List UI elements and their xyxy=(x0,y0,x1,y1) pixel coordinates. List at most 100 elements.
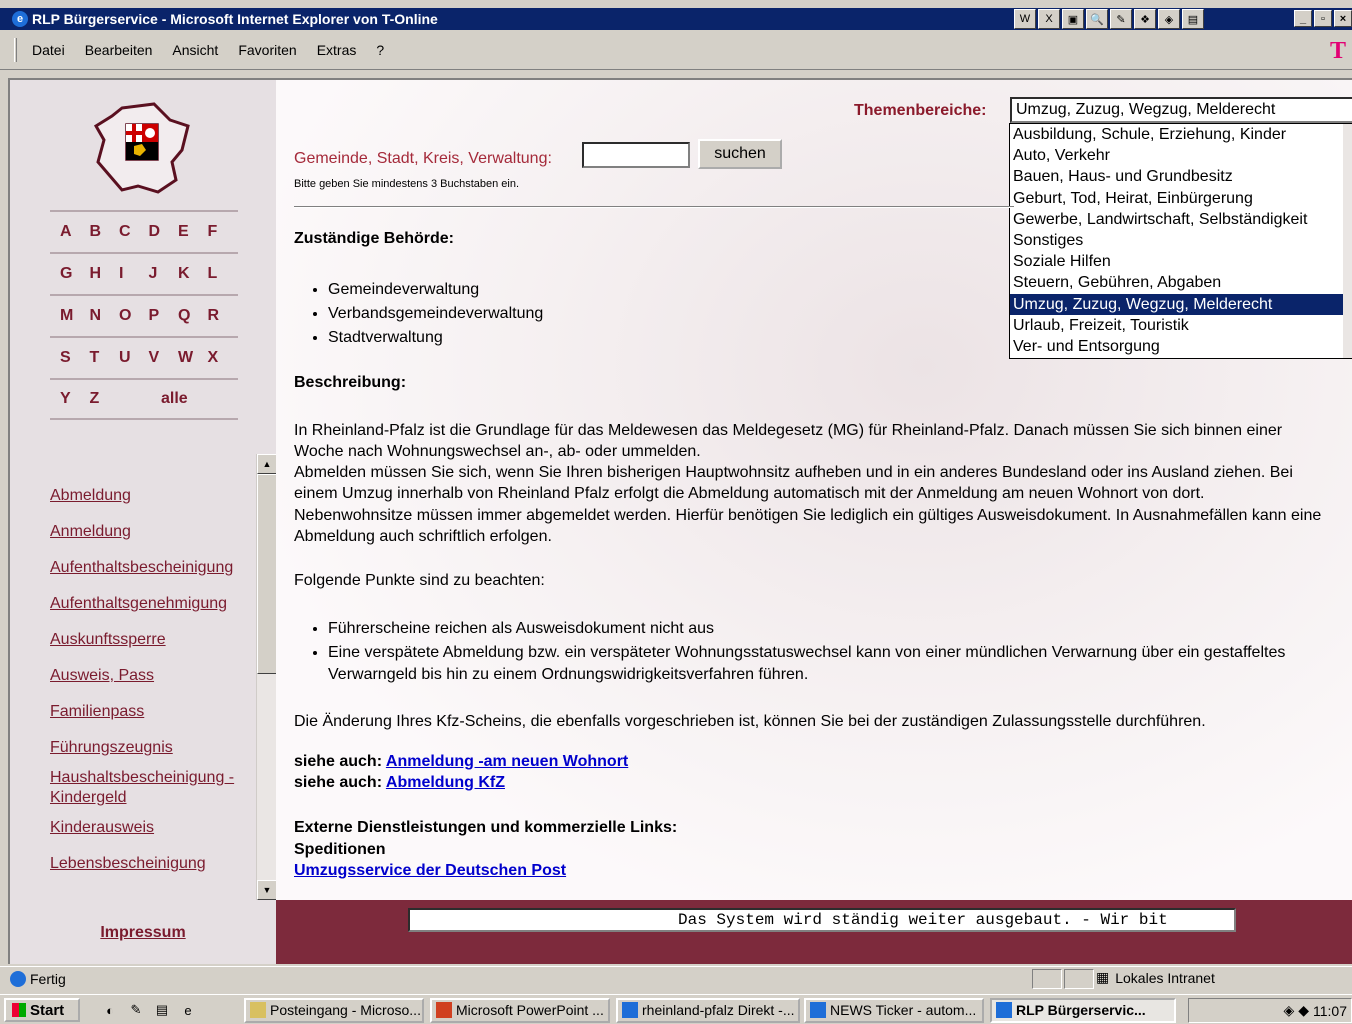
letter-p-link[interactable]: P xyxy=(149,307,179,325)
menu-datei[interactable]: Datei xyxy=(32,42,65,58)
search-hint: Bitte geben Sie mindestens 3 Buchstaben … xyxy=(294,178,520,190)
see-also-link[interactable]: Anmeldung -am neuen Wohnort xyxy=(386,753,628,770)
menu-bearbeiten[interactable]: Bearbeiten xyxy=(85,42,153,58)
browser-viewport: A B C D E F G H I J K L M N O P Q R S T … xyxy=(8,78,1352,964)
task-button[interactable]: Posteingang - Microso... xyxy=(244,998,424,1023)
letter-y-link[interactable]: Y xyxy=(60,390,90,408)
letter-m-link[interactable]: M xyxy=(60,307,90,325)
scroll-down-arrow-icon[interactable]: ▼ xyxy=(257,880,277,900)
impressum-link[interactable]: Impressum xyxy=(100,924,185,942)
letter-o-link[interactable]: O xyxy=(119,307,149,325)
topic-link[interactable]: Aufenthaltsgenehmigung xyxy=(50,594,256,614)
ie-icon xyxy=(810,1002,826,1018)
window-titlebar[interactable]: e RLP Bürgerservice - Microsoft Internet… xyxy=(0,8,1352,30)
task-label: NEWS Ticker - autom... xyxy=(830,1002,977,1018)
themen-option[interactable]: Steuern, Gebühren, Abgaben xyxy=(1010,272,1352,293)
themen-option[interactable]: Sonstiges xyxy=(1010,230,1352,251)
letter-r-link[interactable]: R xyxy=(208,307,238,325)
menu-extras[interactable]: Extras xyxy=(317,42,357,58)
edit-icon[interactable]: ✎ xyxy=(1110,9,1132,29)
letter-f-link[interactable]: F xyxy=(208,223,238,241)
topic-link[interactable]: Ausweis, Pass xyxy=(50,666,256,686)
notes-icon[interactable]: ▤ xyxy=(1182,9,1204,29)
topic-link[interactable]: Aufenthaltsbescheinigung xyxy=(50,558,256,578)
themen-dropdown-list[interactable]: Ausbildung, Schule, Erziehung, Kinder Au… xyxy=(1009,123,1352,359)
scroll-thumb[interactable] xyxy=(257,474,277,674)
letter-g-link[interactable]: G xyxy=(60,265,90,283)
clock[interactable]: 11:07 xyxy=(1313,1003,1347,1019)
topic-link[interactable]: Lebensbescheinigung xyxy=(50,854,256,874)
letter-e-link[interactable]: E xyxy=(178,223,208,241)
external-link[interactable]: Umzugsservice der Deutschen Post xyxy=(294,862,566,879)
task-button[interactable]: NEWS Ticker - autom... xyxy=(804,998,984,1023)
letter-a-link[interactable]: A xyxy=(60,223,90,241)
menu-ansicht[interactable]: Ansicht xyxy=(172,42,218,58)
themen-option[interactable]: Auto, Verkehr xyxy=(1010,145,1352,166)
outlook-icon[interactable]: ◐ xyxy=(100,1001,120,1019)
see-also-link[interactable]: Abmeldung KfZ xyxy=(386,774,505,791)
letter-w-link[interactable]: W xyxy=(178,349,208,367)
tools-icon[interactable]: ❖ xyxy=(1134,9,1156,29)
topic-link[interactable]: Kinderausweis xyxy=(50,818,256,838)
letter-q-link[interactable]: Q xyxy=(178,307,208,325)
start-button[interactable]: Start xyxy=(4,998,80,1022)
letter-u-link[interactable]: U xyxy=(119,349,149,367)
themen-option[interactable]: Gewerbe, Landwirtschaft, Selbständigkeit xyxy=(1010,209,1352,230)
task-label: rheinland-pfalz Direkt -... xyxy=(642,1002,795,1018)
themen-option[interactable]: Soziale Hilfen xyxy=(1010,251,1352,272)
letter-d-link[interactable]: D xyxy=(149,223,179,241)
themen-option[interactable]: Ver- und Entsorgung xyxy=(1010,336,1352,357)
explorer-icon[interactable]: ▤ xyxy=(152,1001,172,1019)
rlp-coat-of-arms-logo[interactable] xyxy=(92,100,192,196)
themen-select[interactable]: Umzug, Zuzug, Wegzug, Melderecht xyxy=(1010,97,1352,123)
letter-x-link[interactable]: X xyxy=(208,349,238,367)
letter-n-link[interactable]: N xyxy=(90,307,120,325)
themen-option[interactable]: Urlaub, Freizeit, Touristik xyxy=(1010,315,1352,336)
excel-icon[interactable]: X xyxy=(1038,9,1060,29)
scroll-up-arrow-icon[interactable]: ▲ xyxy=(257,454,277,474)
close-button[interactable]: × xyxy=(1334,10,1352,27)
toolbar-grip[interactable] xyxy=(14,38,17,62)
letter-v-link[interactable]: V xyxy=(149,349,179,367)
sidebar-scrollbar[interactable]: ▲ ▼ xyxy=(256,454,277,900)
app-icon[interactable]: ◈ xyxy=(1158,9,1180,29)
letter-j-link[interactable]: J xyxy=(149,265,179,283)
letter-all-link[interactable]: alle xyxy=(161,390,188,408)
letter-z-link[interactable]: Z xyxy=(90,390,120,408)
ie-icon[interactable]: e xyxy=(178,1001,198,1019)
task-button[interactable]: Microsoft PowerPoint ... xyxy=(430,998,610,1023)
minimize-button[interactable]: _ xyxy=(1294,10,1312,27)
word-icon[interactable]: W xyxy=(1014,9,1036,29)
topic-link[interactable]: Auskunftssperre xyxy=(50,630,256,650)
themen-option[interactable]: Geburt, Tod, Heirat, Einbürgerung xyxy=(1010,188,1352,209)
search-icon[interactable]: 🔍 xyxy=(1086,9,1108,29)
letter-l-link[interactable]: L xyxy=(208,265,238,283)
maximize-button[interactable]: ▫ xyxy=(1314,10,1332,27)
letter-b-link[interactable]: B xyxy=(90,223,120,241)
topic-link[interactable]: Familienpass xyxy=(50,702,256,722)
themen-option[interactable]: Bauen, Haus- und Grundbesitz xyxy=(1010,166,1352,187)
letter-c-link[interactable]: C xyxy=(119,223,149,241)
window-icon[interactable]: ▣ xyxy=(1062,9,1084,29)
tray-icon[interactable]: ◈ xyxy=(1283,1002,1294,1019)
notes-icon[interactable]: ✎ xyxy=(126,1001,146,1019)
tray-icon[interactable]: ◆ xyxy=(1298,1002,1309,1019)
themen-option-selected[interactable]: Umzug, Zuzug, Wegzug, Melderecht xyxy=(1010,293,1352,315)
topic-link[interactable]: Führungszeugnis xyxy=(50,738,256,758)
topic-link[interactable]: Abmeldung xyxy=(50,486,256,506)
letter-i-link[interactable]: I xyxy=(119,265,149,283)
dropdown-scrollbar[interactable] xyxy=(1343,124,1352,358)
letter-s-link[interactable]: S xyxy=(60,349,90,367)
search-input[interactable] xyxy=(582,142,690,168)
menu-favoriten[interactable]: Favoriten xyxy=(238,42,296,58)
topic-link[interactable]: Anmeldung xyxy=(50,522,256,542)
search-button[interactable]: suchen xyxy=(698,139,782,169)
task-button-active[interactable]: RLP Bürgerservic... xyxy=(990,998,1176,1023)
menu-help[interactable]: ? xyxy=(376,42,384,58)
letter-h-link[interactable]: H xyxy=(90,265,120,283)
topic-link[interactable]: Haushaltsbescheinigung - Kindergeld xyxy=(50,768,256,808)
themen-option[interactable]: Ausbildung, Schule, Erziehung, Kinder xyxy=(1010,124,1352,145)
letter-t-link[interactable]: T xyxy=(90,349,120,367)
task-button[interactable]: rheinland-pfalz Direkt -... xyxy=(616,998,800,1023)
letter-k-link[interactable]: K xyxy=(178,265,208,283)
